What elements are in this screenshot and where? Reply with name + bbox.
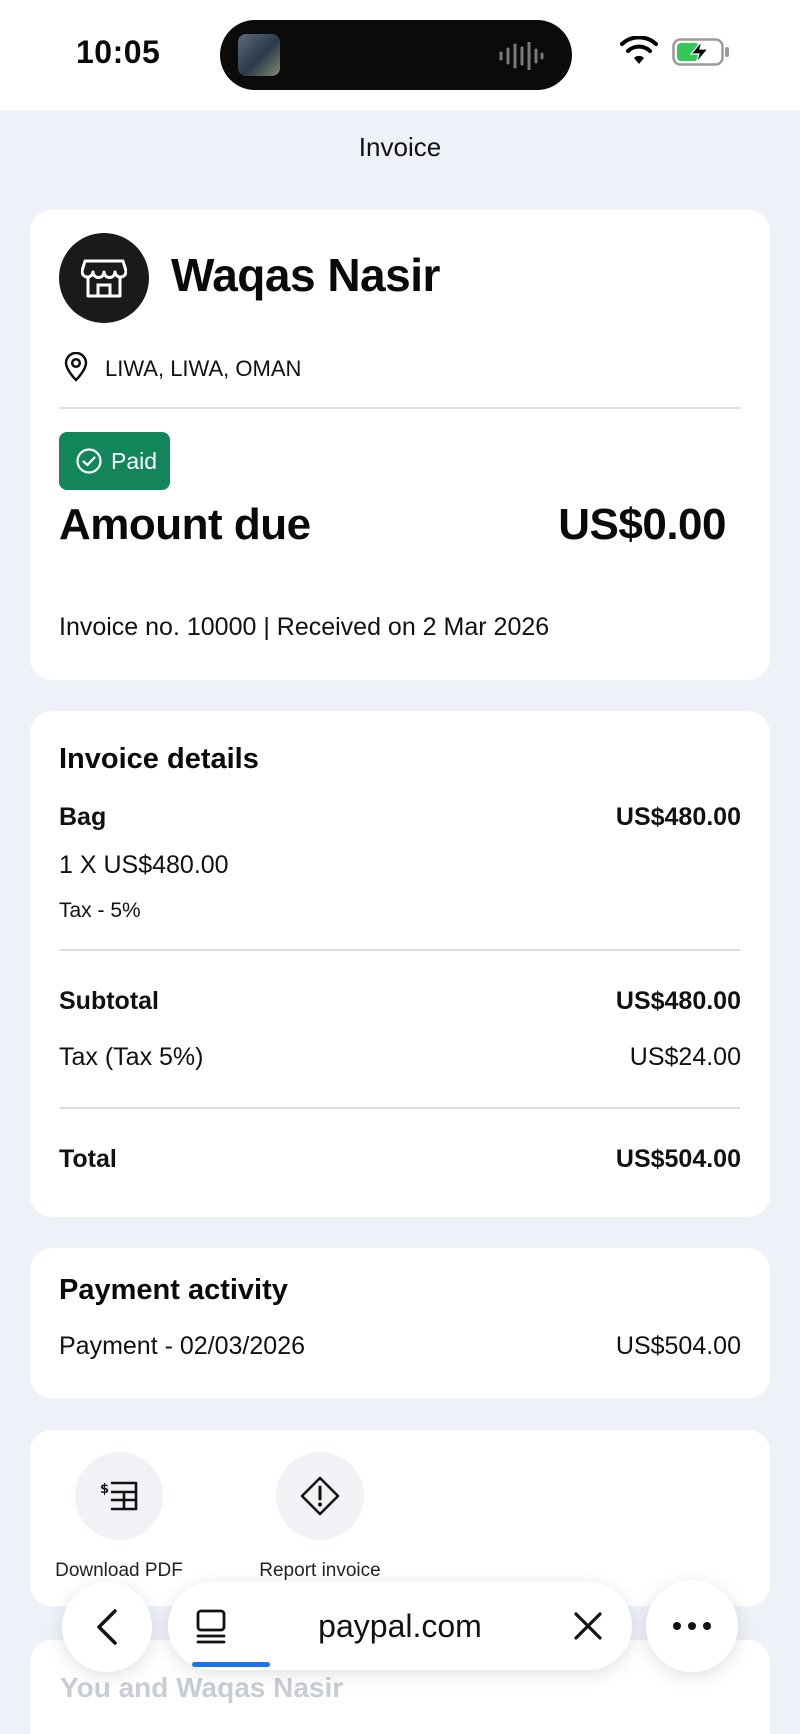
payment-activity-title: Payment activity <box>59 1274 288 1306</box>
amount-due-value: US$0.00 <box>558 500 726 549</box>
back-button[interactable] <box>62 1582 152 1672</box>
divider <box>60 1107 740 1109</box>
subtotal-value: US$480.00 <box>615 987 741 1015</box>
payment-row-label: Payment - 02/03/2026 <box>59 1332 305 1360</box>
invoice-meta: Invoice no. 10000 | Received on 2 Mar 20… <box>59 613 550 641</box>
divider <box>60 949 740 951</box>
divider <box>60 407 740 409</box>
invoice-screen: 10:05 Invoice Waqas Nasir LIWA, LIWA, OM… <box>0 0 800 1734</box>
subtotal-label: Subtotal <box>59 987 159 1015</box>
status-time: 10:05 <box>76 34 161 70</box>
merchant-location: LIWA, LIWA, OMAN <box>105 356 302 381</box>
item-name: Bag <box>59 803 107 831</box>
check-circle-icon <box>76 448 102 474</box>
payment-activity-card: Payment activity Payment - 02/03/2026 US… <box>30 1248 770 1398</box>
total-value: US$504.00 <box>615 1145 741 1173</box>
location-pin-icon <box>64 352 88 382</box>
total-label: Total <box>59 1145 117 1173</box>
warning-diamond-icon <box>300 1476 340 1516</box>
tax-label: Tax (Tax 5%) <box>59 1043 204 1071</box>
merchant-avatar <box>59 233 149 323</box>
wifi-icon <box>620 36 658 64</box>
invoice-summary-card: Waqas Nasir LIWA, LIWA, OMAN Paid Amount… <box>30 210 770 680</box>
svg-text:$: $ <box>100 1482 109 1497</box>
download-pdf-label[interactable]: Download PDF <box>19 1560 219 1582</box>
audio-waveform-icon <box>499 42 544 70</box>
page-load-progress <box>192 1662 270 1667</box>
merchant-name: Waqas Nasir <box>171 249 440 301</box>
close-icon[interactable] <box>572 1610 604 1642</box>
dynamic-island[interactable] <box>220 20 572 90</box>
item-tax: Tax - 5% <box>59 899 141 922</box>
battery-charging-icon <box>672 38 729 66</box>
address-bar[interactable]: paypal.com <box>168 1582 632 1670</box>
url-text[interactable]: paypal.com <box>168 1608 632 1645</box>
storefront-icon <box>81 259 127 298</box>
invoice-download-icon: $ <box>100 1481 138 1511</box>
payment-row-value: US$504.00 <box>615 1332 741 1360</box>
status-bar: 10:05 <box>0 0 800 110</box>
chevron-left-icon <box>97 1609 117 1645</box>
tax-value: US$24.00 <box>629 1043 741 1071</box>
report-invoice-label[interactable]: Report invoice <box>220 1560 420 1582</box>
more-horizontal-icon <box>673 1622 711 1630</box>
amount-due-label: Amount due <box>59 500 311 549</box>
more-options-button[interactable] <box>646 1580 738 1672</box>
item-amount: US$480.00 <box>615 803 741 831</box>
page-title: Invoice <box>358 132 442 162</box>
relationship-title: You and Waqas Nasir <box>60 1672 344 1703</box>
now-playing-artwork <box>238 34 280 76</box>
invoice-details-card: Invoice details Bag US$480.00 1 X US$480… <box>30 711 770 1217</box>
report-invoice-button[interactable]: Report invoice <box>220 1452 420 1582</box>
download-pdf-icon-wrap[interactable]: $ <box>75 1452 163 1540</box>
status-badge: Paid <box>59 432 170 490</box>
invoice-details-title: Invoice details <box>59 743 259 775</box>
download-pdf-button[interactable]: $ Download PDF <box>19 1452 219 1582</box>
status-badge-label: Paid <box>111 447 158 474</box>
report-invoice-icon-wrap[interactable] <box>276 1452 364 1540</box>
item-qty-price: 1 X US$480.00 <box>59 851 229 879</box>
